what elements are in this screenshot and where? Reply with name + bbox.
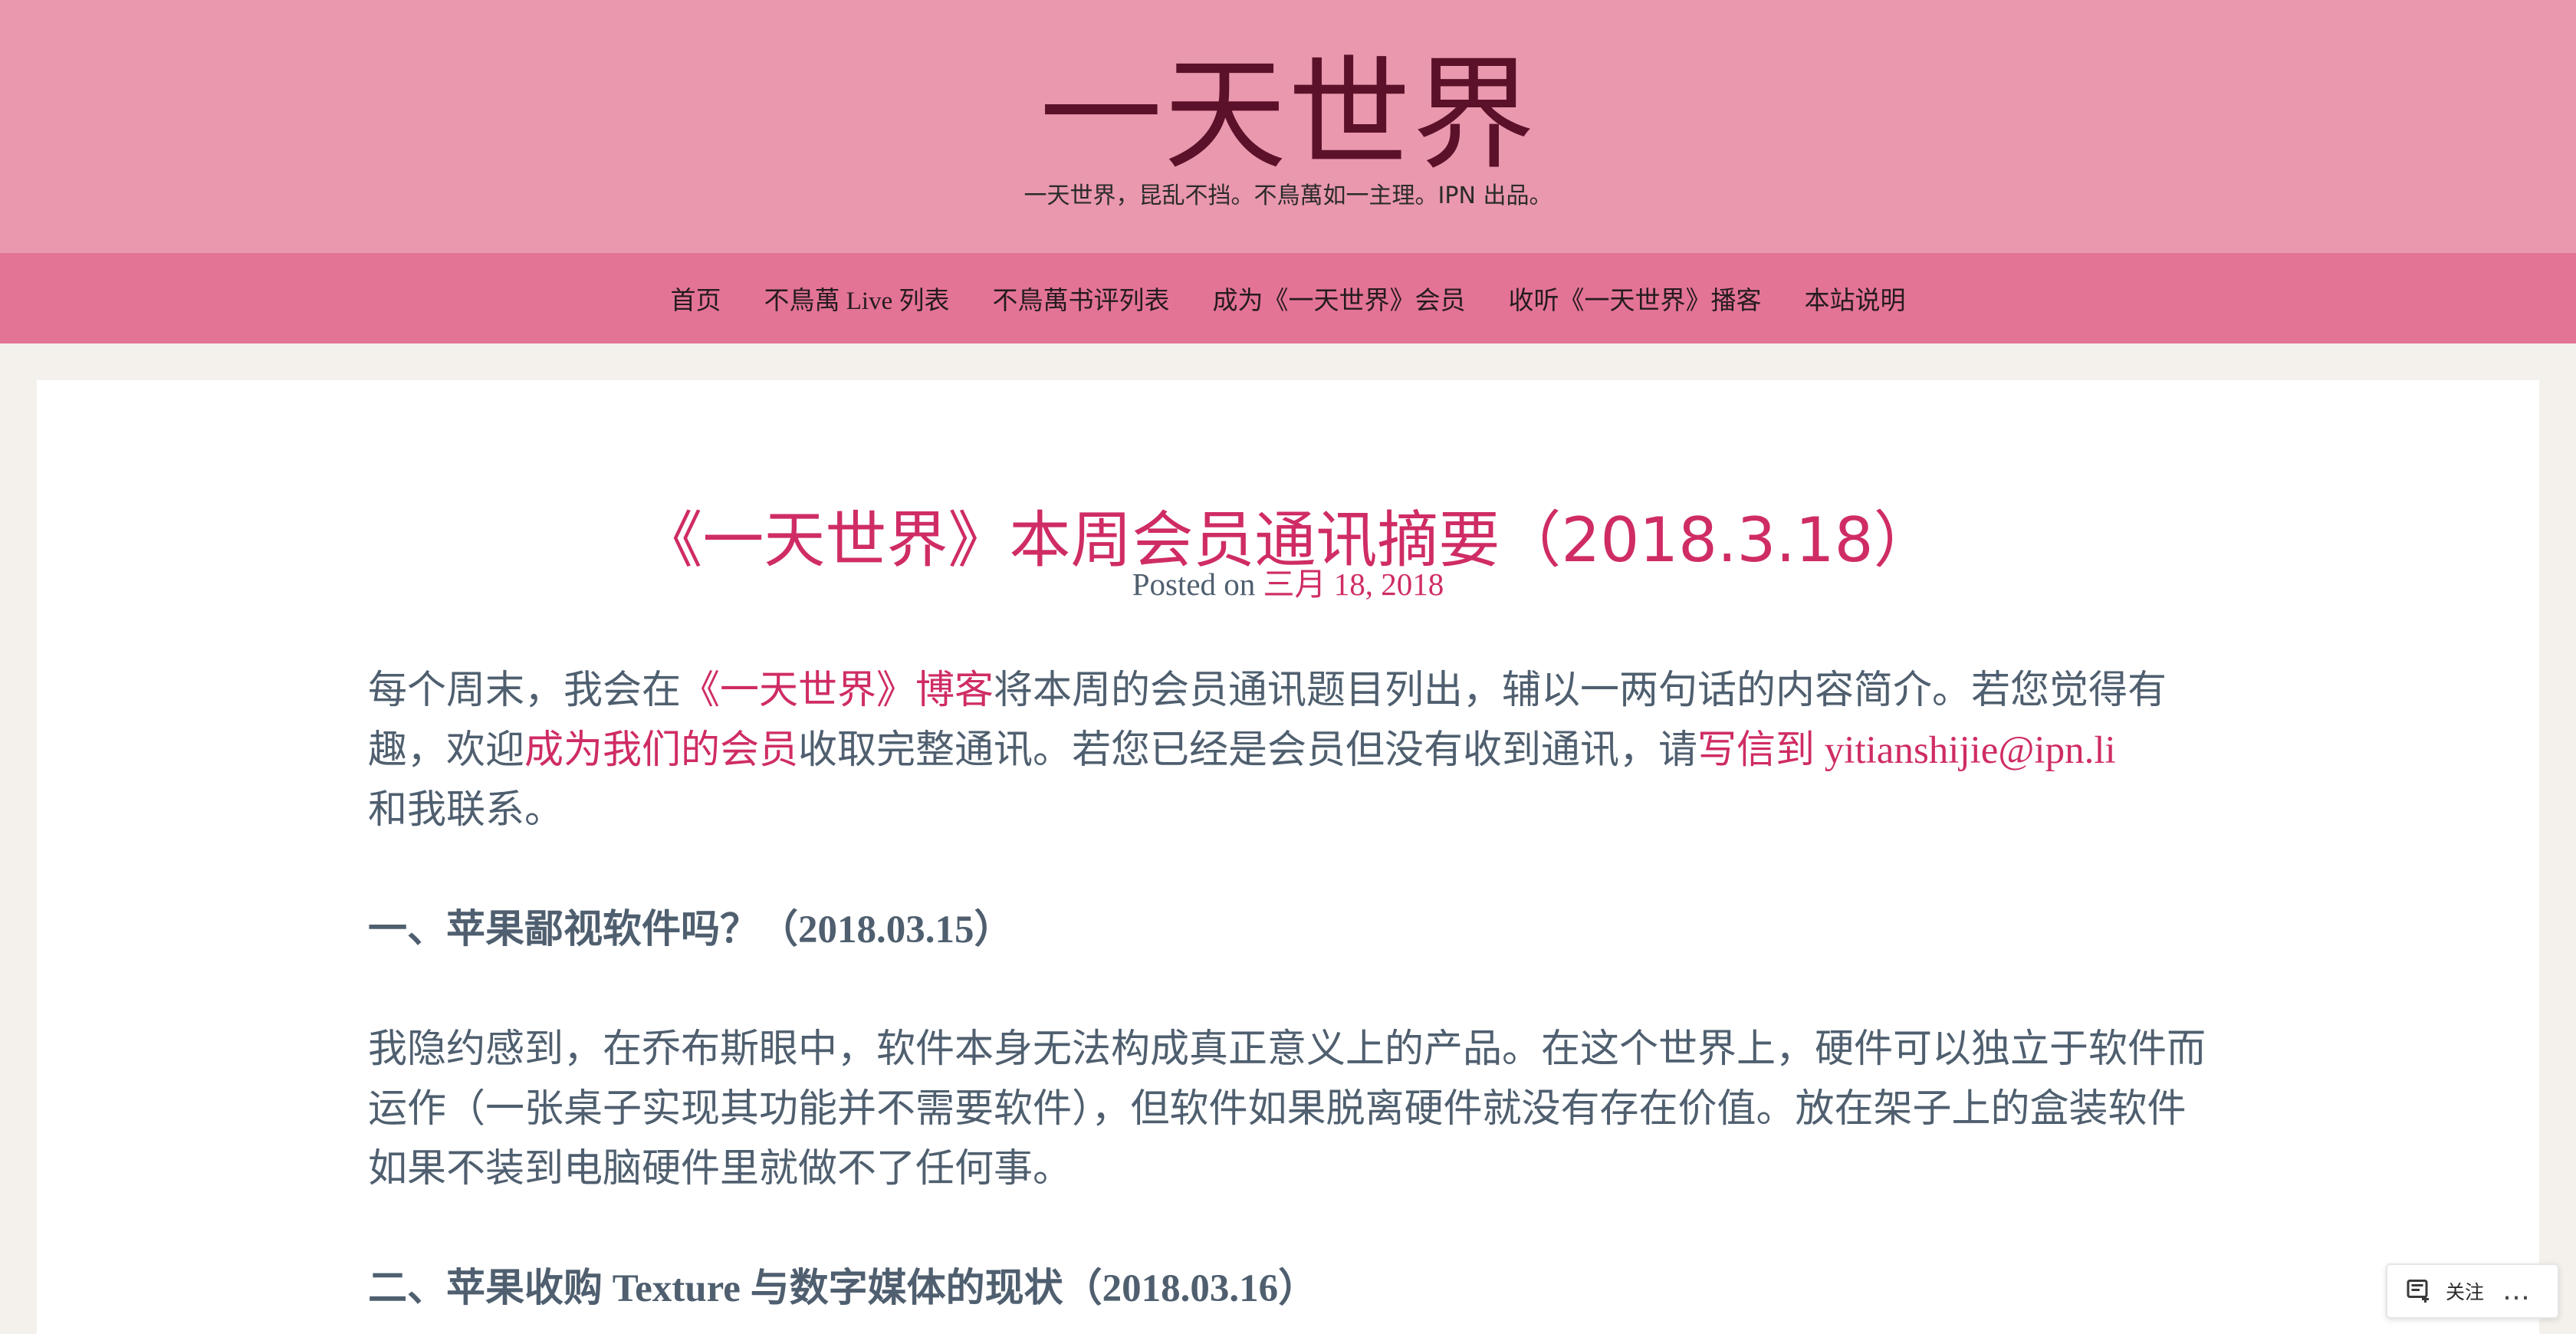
site-title[interactable]: 一天世界	[0, 40, 2576, 190]
nav-item-become-member[interactable]: 成为《一天世界》会员	[1212, 280, 1465, 317]
site-description: 一天世界，昆乱不挡。不鳥萬如一主理。IPN 出品。	[1024, 182, 1552, 209]
intro-paragraph: 每个周末，我会在《一天世界》博客将本周的会员通讯题目列出，辅以一两句话的内容简介…	[368, 661, 2208, 840]
nav-item-live-list[interactable]: 不鳥萬 Live 列表	[764, 280, 950, 317]
follow-button[interactable]: 关注 …	[2386, 1263, 2559, 1319]
main-navigation: 首页 不鳥萬 Live 列表 不鳥萬书评列表 成为《一天世界》会员 收听《一天世…	[0, 253, 2576, 343]
post-content: 每个周末，我会在《一天世界》博客将本周的会员通讯题目列出，辅以一两句话的内容简介…	[368, 661, 2208, 1334]
site-header: 一天世界 一天世界，昆乱不挡。不鳥萬如一主理。IPN 出品。	[0, 0, 2576, 253]
become-member-link[interactable]: 成为我们的会员	[524, 729, 798, 772]
post-meta-prefix: Posted on	[1132, 567, 1263, 602]
nav-item-book-reviews[interactable]: 不鳥萬书评列表	[992, 280, 1169, 317]
more-options-icon[interactable]: …	[2502, 1277, 2531, 1305]
nav-item-listen-podcast[interactable]: 收听《一天世界》播客	[1508, 280, 1761, 317]
section-body-1: 我隐约感到，在乔布斯眼中，软件本身无法构成真正意义上的产品。在这个世界上，硬件可…	[368, 1028, 2206, 1191]
post-meta: Posted on 三月 18, 2018	[37, 563, 2539, 606]
intro-text-4: 和我联系。	[368, 789, 564, 832]
nav-item-about[interactable]: 本站说明	[1804, 280, 1905, 317]
intro-text-1: 每个周末，我会在	[368, 669, 682, 712]
post-card: 《一天世界》本周会员通讯摘要（2018.3.18） Posted on 三月 1…	[37, 380, 2539, 1334]
reader-follow-icon	[2407, 1280, 2429, 1303]
post-date-link[interactable]: 三月 18, 2018	[1263, 567, 1444, 602]
nav-item-home[interactable]: 首页	[671, 280, 721, 317]
follow-label: 关注	[2446, 1281, 2485, 1303]
blog-link[interactable]: 《一天世界》博客	[681, 669, 994, 712]
intro-text-3: 收取完整通讯。若您已经是会员但没有收到通讯，请	[798, 729, 1698, 772]
email-link[interactable]: 写信到 yitianshijie@ipn.li	[1697, 729, 2116, 772]
section-heading-1: 一、苹果鄙视软件吗？（2018.03.15）	[368, 909, 1014, 951]
section-heading-2: 二、苹果收购 Texture 与数字媒体的现状（2018.03.16）	[368, 1267, 1318, 1310]
